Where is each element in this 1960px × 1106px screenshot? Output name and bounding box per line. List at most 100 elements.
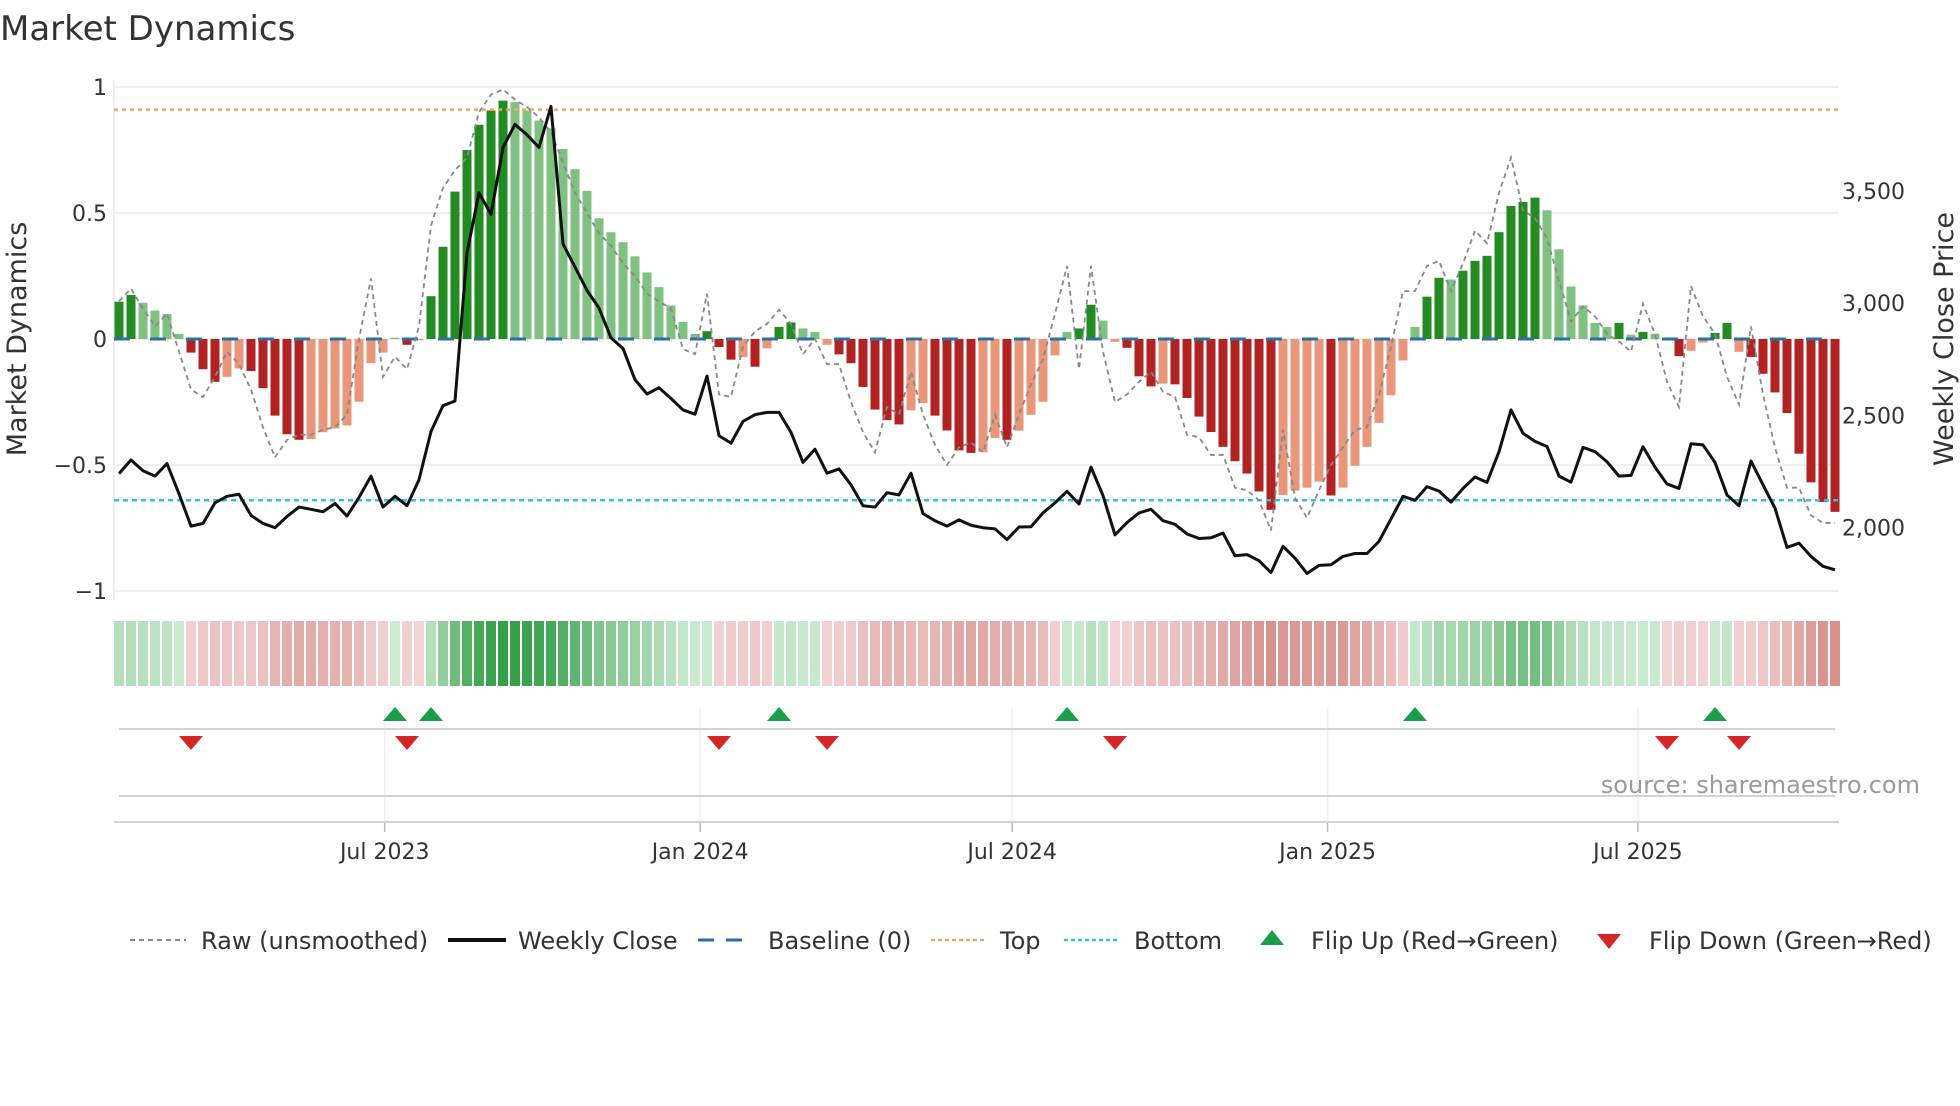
legend-item-flip-up[interactable]: Flip Up (Red→Green) — [1260, 927, 1559, 955]
flip-up-marker — [1703, 707, 1727, 721]
dynamics-bar — [1674, 339, 1684, 357]
heat-cell — [1458, 621, 1468, 686]
legend-item-top[interactable]: Top — [931, 927, 1041, 955]
dynamics-bar — [1038, 339, 1048, 402]
dynamics-bar — [1050, 339, 1060, 356]
y-right-tick-label: 2,000 — [1842, 516, 1905, 541]
heat-cell — [594, 621, 604, 686]
dynamics-bar — [258, 339, 268, 389]
heat-cell — [1062, 621, 1072, 686]
heat-cell — [1422, 621, 1432, 686]
legend-item-close[interactable]: Weekly Close — [448, 927, 678, 955]
heat-cell — [318, 621, 328, 686]
heat-cell — [954, 621, 964, 686]
dynamics-bar — [1422, 296, 1432, 339]
x-tick-label: Jan 2025 — [1277, 840, 1376, 865]
heat-cell — [1746, 621, 1756, 686]
heat-cell — [714, 621, 724, 686]
market-dynamics-chart: Market Dynamics 1 0.5 0 −0.5 −1 3,500 3,000 2,5… — [0, 9, 1960, 955]
dynamics-bar — [1482, 255, 1492, 339]
legend-item-baseline[interactable]: Baseline (0) — [698, 927, 911, 955]
dynamics-bar — [594, 218, 604, 339]
heat-cell — [1206, 621, 1216, 686]
dynamics-bar — [582, 190, 592, 339]
legend-item-flip-down[interactable]: Flip Down (Green→Red) — [1597, 927, 1932, 955]
heat-cell — [546, 621, 556, 686]
heat-cell — [1566, 621, 1576, 686]
heat-cell — [1830, 621, 1840, 686]
heat-cell — [438, 621, 448, 686]
dynamics-bar — [1170, 339, 1180, 385]
dynamics-bar — [1086, 304, 1096, 339]
heat-cell — [1266, 621, 1276, 686]
dynamics-bar — [426, 296, 436, 339]
heat-cell — [366, 621, 376, 686]
flip-down-marker — [1103, 736, 1127, 750]
dynamics-bar — [1782, 339, 1792, 414]
y-left-tick-label: −0.5 — [54, 454, 107, 479]
heat-cell — [930, 621, 940, 686]
dynamics-bar — [942, 339, 952, 431]
dynamics-bar — [642, 272, 652, 339]
heat-cell — [1146, 621, 1156, 686]
dynamics-bar — [330, 339, 340, 429]
heat-cell — [690, 621, 700, 686]
y-right-tick-label: 3,000 — [1842, 292, 1905, 317]
heat-cell — [1434, 621, 1444, 686]
dynamics-bar — [1146, 339, 1156, 387]
legend-item-bottom[interactable]: Bottom — [1064, 927, 1222, 955]
heat-cell — [1578, 621, 1588, 686]
heat-cell — [1662, 621, 1672, 686]
flip-down-marker — [395, 736, 419, 750]
dynamics-bar — [1578, 305, 1588, 339]
dynamics-bar — [450, 191, 460, 339]
dynamics-bar — [438, 246, 448, 339]
dynamics-bar — [858, 339, 868, 387]
legend-label-flip-down: Flip Down (Green→Red) — [1649, 927, 1932, 955]
dynamics-bar — [1458, 270, 1468, 339]
dynamics-bar — [654, 287, 664, 339]
heat-cell — [1350, 621, 1360, 686]
flip-up-marker — [1055, 707, 1079, 721]
y-left-axis-title: Market Dynamics — [2, 222, 33, 457]
dynamics-bar — [294, 339, 304, 440]
heat-cell — [1182, 621, 1192, 686]
heat-cell — [654, 621, 664, 686]
heat-cell — [150, 621, 160, 686]
dynamics-bar — [1302, 339, 1312, 488]
heat-cell — [1134, 621, 1144, 686]
heat-cell — [666, 621, 676, 686]
dynamics-bar — [210, 339, 220, 382]
heat-cell — [786, 621, 796, 686]
dynamics-bar — [150, 310, 160, 339]
heat-cell — [258, 621, 268, 686]
dynamics-bar — [846, 339, 856, 364]
y-left-tick-label: 1 — [93, 76, 107, 101]
dynamics-bar — [1266, 339, 1276, 510]
flip-down-triangle-icon — [1597, 934, 1621, 949]
dynamics-bar — [1398, 339, 1408, 361]
dynamics-bar — [834, 339, 844, 355]
dynamics-bar — [1410, 326, 1420, 339]
heat-cell — [1290, 621, 1300, 686]
dynamics-bar — [1518, 201, 1528, 339]
dynamics-bar — [390, 337, 400, 339]
dynamics-bar — [1290, 339, 1300, 491]
flip-marker-panel — [114, 707, 1839, 832]
y-left-tick-label: −1 — [75, 580, 107, 605]
legend-label-raw: Raw (unsmoothed) — [201, 927, 428, 955]
dynamics-bar — [1002, 339, 1012, 440]
chart-title: Market Dynamics — [0, 9, 295, 49]
dynamics-bar — [1830, 339, 1840, 512]
legend-item-raw[interactable]: Raw (unsmoothed) — [130, 927, 428, 955]
x-tick-label: Jul 2023 — [338, 840, 430, 865]
heat-cell — [1686, 621, 1696, 686]
heat-cell — [498, 621, 508, 686]
heat-cell — [114, 621, 124, 686]
heat-cell — [1626, 621, 1636, 686]
heat-cell — [1530, 621, 1540, 686]
y-right-axis-title: Weekly Close Price — [1929, 212, 1960, 466]
heat-cell — [1518, 621, 1528, 686]
heat-cell — [1302, 621, 1312, 686]
heat-cell — [822, 621, 832, 686]
